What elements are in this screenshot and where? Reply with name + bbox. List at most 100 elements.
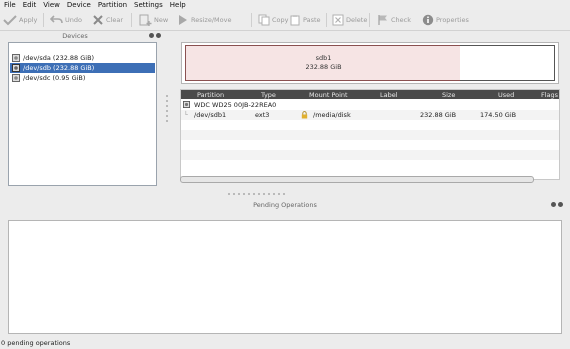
resize-icon (179, 15, 187, 25)
paste-icon (290, 15, 300, 26)
toolbar-separator (369, 13, 370, 27)
flag-icon (378, 15, 387, 25)
menu-settings[interactable]: Settings (134, 1, 163, 9)
disk-icon (12, 64, 20, 72)
column-header-type[interactable]: Type (261, 91, 276, 99)
menu-view[interactable]: View (43, 1, 60, 9)
panel-float-icon[interactable] (149, 33, 154, 38)
menu-partition[interactable]: Partition (98, 1, 127, 9)
copy-icon (258, 14, 270, 26)
undo-label: Undo (65, 16, 82, 24)
toolbar-separator (131, 13, 132, 27)
status-text: 0 pending operations (1, 339, 71, 347)
devices-list: /dev/sda (232.88 GiB) /dev/sdb (232.88 G… (8, 42, 157, 186)
undo-button[interactable]: Undo (50, 12, 82, 28)
new-button[interactable]: New (139, 12, 168, 28)
menu-device[interactable]: Device (67, 1, 91, 9)
pending-operations-list (8, 220, 562, 334)
device-item-sdb[interactable]: /dev/sdb (232.88 GiB) (10, 63, 155, 73)
new-icon (139, 14, 152, 26)
column-header-mount-point[interactable]: Mount Point (309, 91, 348, 99)
menu-file[interactable]: File (4, 1, 16, 9)
menu-help[interactable]: Help (170, 1, 186, 9)
column-header-label[interactable]: Label (380, 91, 398, 99)
apply-label: Apply (19, 16, 38, 24)
device-item-sda[interactable]: /dev/sda (232.88 GiB) (10, 53, 155, 63)
status-bar: 0 pending operations (0, 337, 570, 349)
properties-button[interactable]: Properties (422, 12, 469, 28)
tree-connector: └ (184, 111, 188, 119)
menubar: File Edit View Device Partition Settings… (0, 0, 570, 10)
apply-button[interactable]: Apply (3, 12, 37, 28)
new-label: New (154, 16, 169, 24)
panel-float-icon[interactable] (551, 202, 556, 207)
toolbar-separator (326, 13, 327, 27)
copy-label: Copy (272, 16, 289, 24)
undo-icon (50, 15, 63, 24)
properties-label: Properties (436, 16, 469, 24)
panel-close-icon[interactable] (558, 202, 563, 207)
check-label: Check (391, 16, 411, 24)
empty-row (181, 160, 559, 170)
menu-edit[interactable]: Edit (23, 1, 37, 9)
disk-graphic: sdb1 232.88 GiB (181, 42, 559, 84)
clear-label: Clear (106, 16, 123, 24)
unallocated-space-block[interactable] (460, 45, 555, 81)
device-label: /dev/sdb (232.88 GiB) (23, 64, 95, 72)
disk-icon (12, 54, 20, 62)
paste-button[interactable]: Paste (289, 12, 321, 28)
pending-operations-title: Pending Operations (253, 201, 317, 209)
device-item-sdc[interactable]: /dev/sdc (0.95 GiB) (10, 73, 155, 83)
scrollbar-thumb[interactable] (180, 176, 534, 183)
disk-icon (183, 101, 190, 108)
empty-row (181, 140, 559, 150)
devices-title: Devices (62, 32, 88, 40)
empty-row (181, 120, 559, 130)
partition-block-size: 232.88 GiB (305, 63, 342, 71)
horizontal-splitter-handle[interactable] (228, 193, 288, 196)
clear-button[interactable]: Clear (92, 12, 123, 28)
table-row[interactable]: └ /dev/sdb1 ext3 /media/disk 232.88 GiB … (181, 110, 559, 120)
panel-close-icon[interactable] (156, 33, 161, 38)
partition-block-sdb1[interactable]: sdb1 232.88 GiB (185, 45, 462, 81)
column-header-flags[interactable]: Flags (541, 91, 558, 99)
paste-label: Paste (303, 16, 321, 24)
cell-size: 232.88 GiB (420, 111, 457, 119)
toolbar-separator (43, 13, 44, 27)
delete-button[interactable]: Delete (332, 12, 367, 28)
resize-move-button[interactable]: Resize/Move (177, 12, 231, 28)
cell-partition: /dev/sdb1 (194, 111, 227, 119)
partition-block-name: sdb1 (315, 54, 332, 62)
pending-panel-controls (551, 202, 563, 207)
device-label: /dev/sdc (0.95 GiB) (23, 74, 86, 82)
cell-used: 174.50 GiB (480, 111, 517, 119)
vertical-splitter-handle[interactable] (166, 92, 169, 138)
pending-operations-header: Pending Operations (0, 199, 570, 211)
toolbar-separator (251, 13, 252, 27)
check-button[interactable]: Check (377, 12, 411, 28)
lock-icon (301, 111, 308, 119)
resize-label: Resize/Move (191, 16, 232, 24)
empty-row (181, 150, 559, 160)
copy-button[interactable]: Copy (258, 12, 289, 28)
info-icon (422, 14, 434, 26)
disk-model: WDC WD25 00JB-22REA0 (194, 101, 277, 109)
column-header-partition[interactable]: Partition (197, 91, 224, 99)
devices-panel-controls (149, 33, 161, 38)
partition-table: Partition Type Mount Point Label Size Us… (180, 89, 560, 180)
device-label: /dev/sda (232.88 GiB) (23, 54, 95, 62)
cell-type: ext3 (255, 111, 270, 119)
clear-icon (93, 15, 103, 25)
devices-header: Devices (0, 31, 163, 42)
delete-label: Delete (346, 16, 368, 24)
table-row-disk[interactable]: WDC WD25 00JB-22REA0 (181, 100, 559, 110)
disk-icon (12, 74, 20, 82)
column-header-size[interactable]: Size (442, 91, 455, 99)
delete-icon (332, 14, 344, 26)
horizontal-scrollbar[interactable] (180, 175, 558, 183)
column-header-used[interactable]: Used (498, 91, 514, 99)
table-header: Partition Type Mount Point Label Size Us… (181, 90, 559, 99)
check-icon (3, 15, 17, 26)
toolbar: Apply Undo Clear New Resize/Move Copy Pa… (0, 10, 570, 31)
cell-mount-point: /media/disk (313, 111, 351, 119)
